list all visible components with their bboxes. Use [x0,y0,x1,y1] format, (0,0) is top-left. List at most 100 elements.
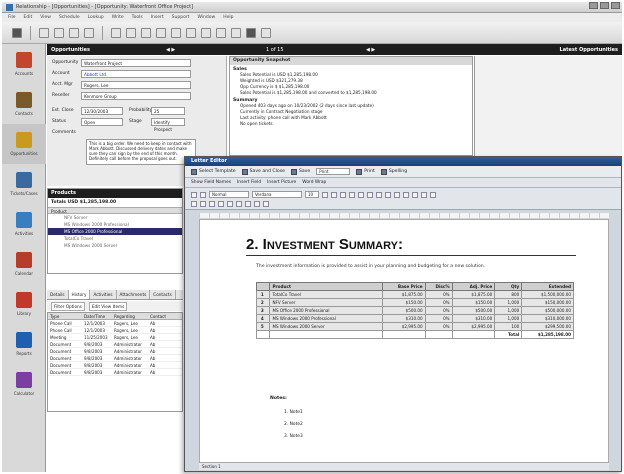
list-item[interactable]: MS Windows 2000 Professional [48,221,182,228]
split-cells-icon[interactable] [236,200,242,207]
tab-contacts[interactable]: Contacts [150,290,176,299]
maximize-icon[interactable] [600,2,609,9]
menu-schedule[interactable]: Schedule [59,15,80,20]
table-row[interactable]: Meeting 11/25/2003 Rogers, Lee Ab [48,334,182,341]
menu-edit[interactable]: Edit [24,15,33,20]
dark-tool-icon[interactable] [246,27,256,38]
acct-mgr-field[interactable]: Rogers, Lee [81,80,191,89]
record-nav-prev-icon[interactable]: ◀ ▶ [166,47,266,53]
spelling-button[interactable]: Spelling [380,168,407,175]
tab-history[interactable]: History [68,290,91,299]
show-field-names-button[interactable]: Show Field Names [191,180,231,185]
print-icon[interactable] [84,27,94,38]
reseller-field[interactable]: Kenmore Group [81,91,191,100]
nav-back-icon[interactable] [12,27,22,38]
column-header[interactable]: Contact [148,313,178,319]
nav-contacts[interactable]: Contacts [2,84,46,124]
nav-tickets[interactable]: Tickets/Cases [2,164,46,204]
opportunity-field[interactable]: Waterfront Project [81,58,191,67]
print-doc-icon[interactable] [200,191,206,198]
find-icon[interactable] [156,27,166,38]
table-icon[interactable] [191,200,197,207]
grid-icon[interactable] [263,200,269,207]
table-row[interactable]: Document 9/8/2003 Administrator Ab [48,348,182,355]
table-row[interactable]: Document 9/8/2003 Administrator Ab [48,341,182,348]
probability-field[interactable]: 25 [151,106,185,115]
justify-icon[interactable] [376,191,382,198]
menu-lookup[interactable]: Lookup [88,15,104,20]
save-and-close-button[interactable]: Save and Close [241,168,285,175]
indent-icon[interactable] [403,191,409,198]
size-select[interactable]: 10 [305,191,319,198]
cut-icon[interactable] [111,27,121,38]
menu-help[interactable]: Help [223,15,233,20]
copy-icon[interactable] [126,27,136,38]
paste-icon[interactable] [141,27,151,38]
edit-view-button[interactable]: Edit View Items [88,301,128,311]
tab-activities[interactable]: Activities [90,290,117,299]
borders-icon[interactable] [245,200,251,207]
help-icon[interactable] [261,27,271,38]
insert-row-icon[interactable] [200,200,206,207]
new-icon[interactable] [39,27,49,38]
calendar-tool-icon[interactable] [216,27,226,38]
list-item[interactable]: MS Office 2000 Professional [48,228,182,235]
nav-library[interactable]: Library [2,284,46,324]
est-close-field[interactable]: 12/30/2003 [81,106,123,115]
document-page[interactable]: 2. Investment Summary: The investment in… [199,219,609,463]
menu-file[interactable]: File [8,15,16,20]
table-row[interactable]: Phone Call 12/1/2003 Rogers, Lee Ab [48,327,182,334]
tab-details[interactable]: Details [47,290,69,299]
underline-icon[interactable] [340,191,346,198]
save-doc-icon[interactable] [191,191,197,198]
minimize-icon[interactable] [589,2,598,9]
nav-accounts[interactable]: Accounts [2,44,46,84]
table-row[interactable]: Document 9/8/2003 Administrator Ab [48,355,182,362]
style-select[interactable]: Normal [209,191,249,198]
menu-write[interactable]: Write [112,15,124,20]
align-center-icon[interactable] [358,191,364,198]
align-left-icon[interactable] [349,191,355,198]
phone-icon[interactable] [186,27,196,38]
nav-activities[interactable]: Activities [2,204,46,244]
delete-row-icon[interactable] [218,200,224,207]
status-field[interactable]: Open [81,117,123,126]
print-button[interactable]: Print [356,168,375,175]
font-select[interactable]: Verdana [252,191,302,198]
insert-column-icon[interactable] [209,200,215,207]
list-item[interactable]: TotalCo Travel [48,235,182,242]
list-item[interactable]: MS Windows 2000 Server [48,242,182,249]
menu-insert[interactable]: Insert [151,15,164,20]
print-combo[interactable]: Print [316,168,351,175]
menu-view[interactable]: View [40,15,51,20]
save-icon[interactable] [69,27,79,38]
bold-icon[interactable] [322,191,328,198]
filter-options-button[interactable]: Filter Options [51,301,85,311]
menu-tools[interactable]: Tools [132,15,143,20]
notes-icon[interactable] [231,27,241,38]
outdent-icon[interactable] [412,191,418,198]
tab-attachments[interactable]: Attachments [117,290,151,299]
table-row[interactable]: Document 9/8/2003 Administrator Ab [48,362,182,369]
insert-field-button[interactable]: Insert Field [237,180,261,185]
table-row[interactable]: Phone Call 12/1/2003 Rogers, Lee Ab [48,320,182,327]
column-header[interactable]: Date/Time [82,313,112,319]
align-right-icon[interactable] [367,191,373,198]
italic-icon[interactable] [331,191,337,198]
account-link[interactable]: Abbott Ltd. [81,69,191,78]
highlight-icon[interactable] [430,191,436,198]
save-button[interactable]: Save [290,168,310,175]
latest-opportunities-menu[interactable]: Latest Opportunities [560,47,618,53]
column-header[interactable]: Type [48,313,82,319]
menu-window[interactable]: Window [197,15,215,20]
font-color-icon[interactable] [421,191,427,198]
insert-picture-button[interactable]: Insert Picture [267,180,296,185]
products-column-header[interactable]: Product [48,207,182,214]
numbering-icon[interactable] [394,191,400,198]
stage-field[interactable]: Identify Prospect [151,117,185,132]
close-icon[interactable] [611,2,620,9]
comments-field[interactable]: This is a big order. We need to keep in … [86,139,196,165]
schedule-icon[interactable] [171,27,181,38]
column-header[interactable]: Regarding [112,313,148,319]
bullets-icon[interactable] [385,191,391,198]
